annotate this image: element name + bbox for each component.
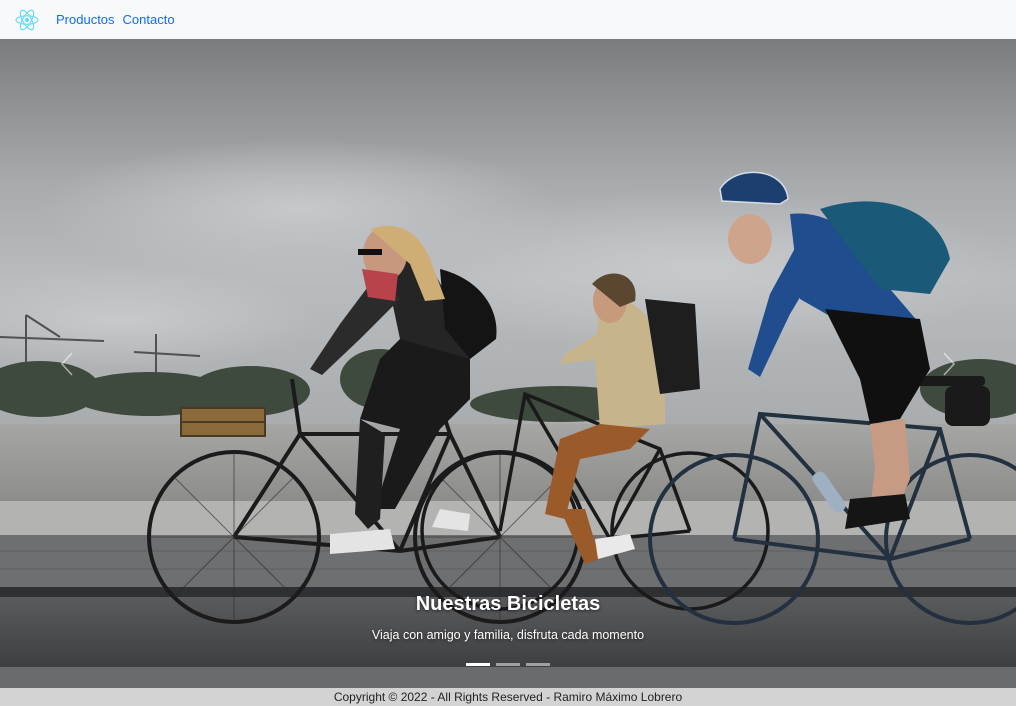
- cyclists-photo: [0, 39, 1016, 688]
- footer-copyright: Copyright © 2022 - All Rights Reserved -…: [333, 690, 683, 704]
- react-logo-icon[interactable]: [14, 7, 40, 33]
- nav-link-contacto[interactable]: Contacto: [123, 12, 175, 27]
- caption-title: Nuestras Bicicletas: [415, 593, 601, 615]
- footer: Copyright © 2022 - All Rights Reserved -…: [0, 688, 1016, 706]
- chevron-right-icon: [943, 352, 956, 376]
- chevron-left-icon: [60, 352, 73, 376]
- carousel-indicators: [0, 663, 1016, 666]
- carousel-caption: Nuestras Bicicletas Viaja con amigo y fa…: [0, 592, 1016, 643]
- nav-link-productos[interactable]: Productos: [56, 12, 115, 27]
- carousel-indicator-2[interactable]: [496, 663, 520, 666]
- carousel-indicator-1[interactable]: [466, 663, 490, 666]
- carousel-prev-button[interactable]: [52, 339, 82, 389]
- carousel-indicator-3[interactable]: [526, 663, 550, 666]
- carousel: Nuestras Bicicletas Viaja con amigo y fa…: [0, 39, 1016, 688]
- carousel-next-button[interactable]: [934, 339, 964, 389]
- caption-text: Viaja con amigo y familia, disfruta cada…: [371, 628, 645, 642]
- navbar: Productos Contacto: [0, 0, 1016, 39]
